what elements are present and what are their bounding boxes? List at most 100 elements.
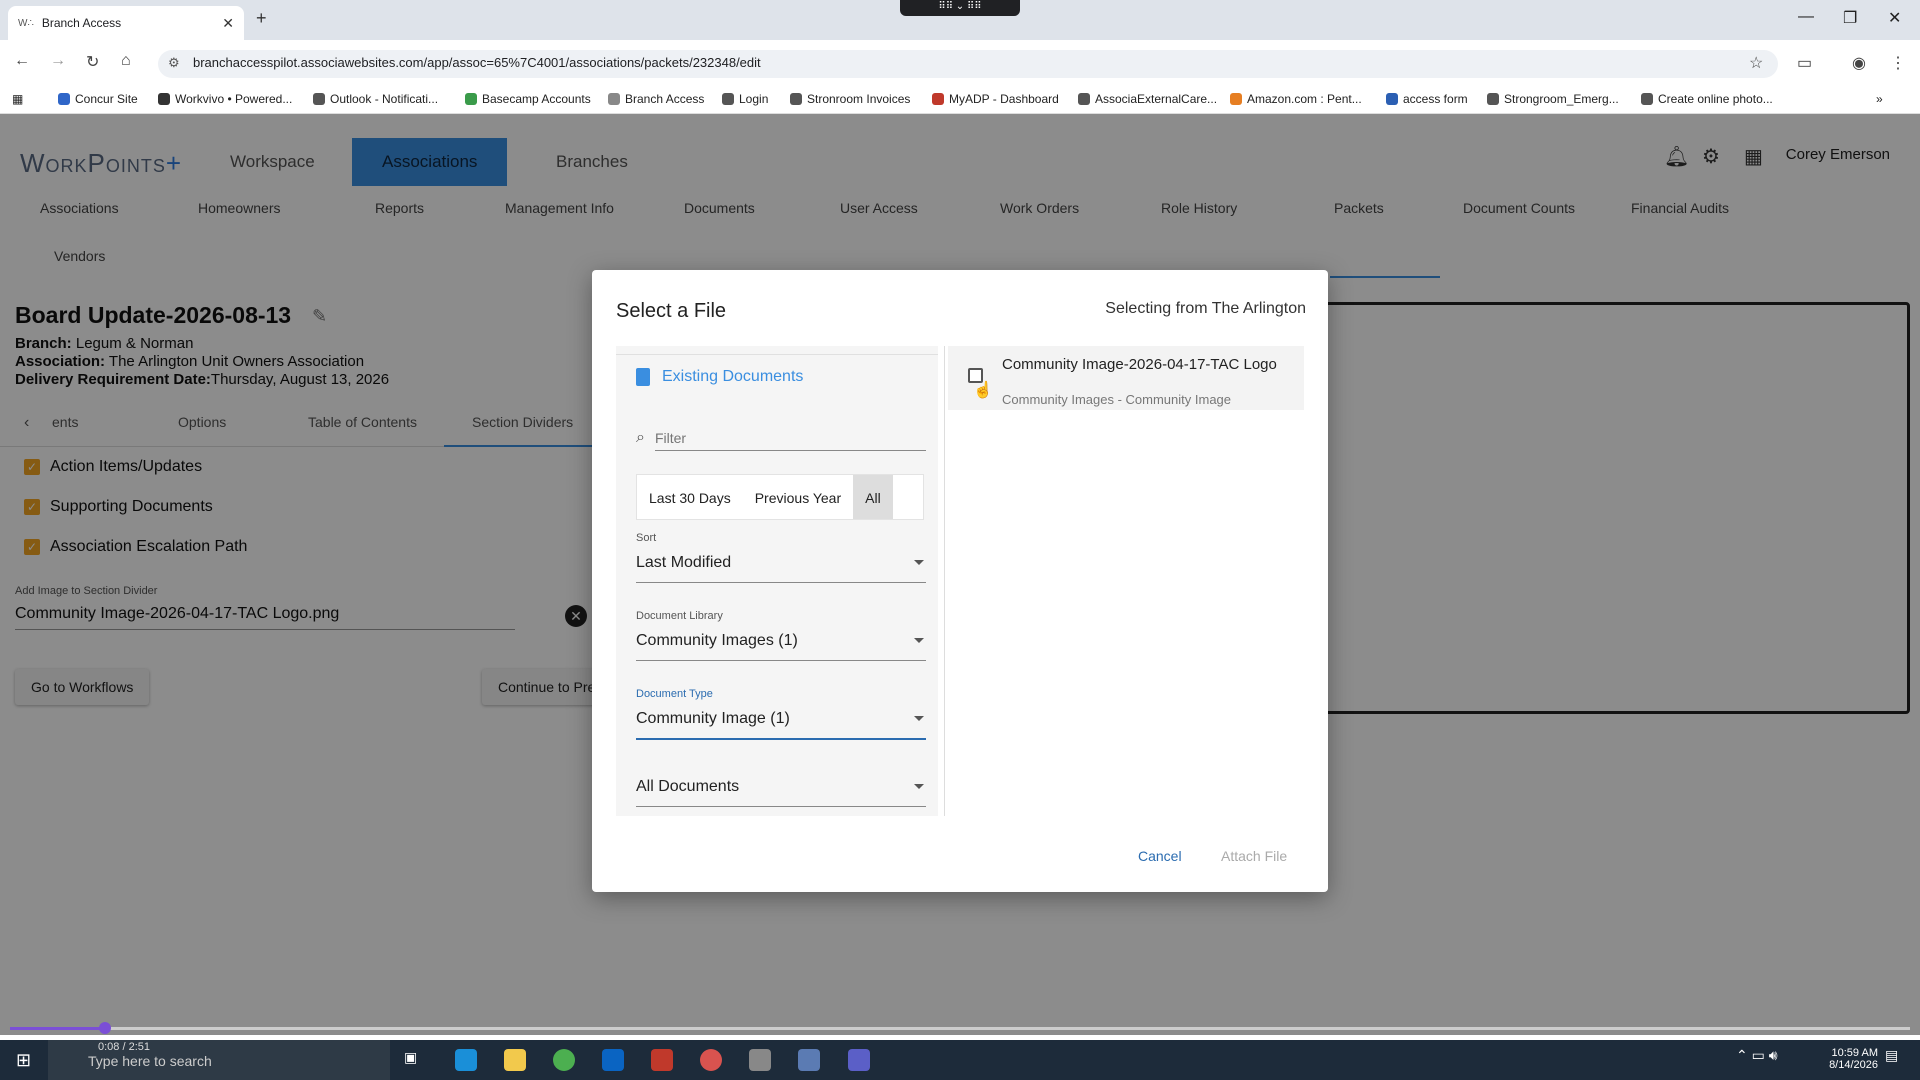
filter-pane: Existing Documents ⌕ Last 30 Days Previo…: [616, 346, 938, 816]
bookmark-item[interactable]: Workvivo • Powered...: [158, 92, 292, 106]
file-explorer-icon[interactable]: [504, 1049, 526, 1071]
forward-icon[interactable]: →: [50, 52, 66, 70]
bookmark-label: Basecamp Accounts: [482, 92, 591, 106]
bookmark-favicon-icon: [608, 93, 620, 105]
clock[interactable]: 10:59 AM 8/14/2026: [1808, 1047, 1878, 1071]
bookmark-item[interactable]: Concur Site: [58, 92, 138, 106]
bookmark-item[interactable]: Amazon.com : Pent...: [1230, 92, 1362, 106]
clock-time: 10:59 AM: [1831, 1047, 1878, 1059]
apps-grid-icon[interactable]: ▦: [12, 92, 23, 106]
cancel-button[interactable]: Cancel: [1138, 848, 1182, 864]
bookmark-item[interactable]: Branch Access: [608, 92, 704, 106]
windows-start-icon[interactable]: ⊞: [16, 1050, 31, 1071]
pane-divider: [616, 354, 938, 355]
profile-icon[interactable]: ◉: [1852, 53, 1866, 73]
attach-file-button[interactable]: Attach File: [1221, 848, 1287, 864]
search-icon: ⌕: [636, 429, 645, 446]
back-icon[interactable]: ←: [14, 52, 30, 70]
tab-favicon-icon: W∴: [18, 17, 34, 29]
range-last-30-days[interactable]: Last 30 Days: [637, 475, 743, 519]
bookmark-item[interactable]: AssociaExternalCare...: [1078, 92, 1217, 106]
menu-kebab-icon[interactable]: ⋮: [1890, 53, 1906, 73]
close-window-icon[interactable]: ✕: [1888, 8, 1901, 28]
bookmark-label: access form: [1403, 92, 1468, 106]
teams-icon[interactable]: [848, 1049, 870, 1071]
bookmark-item[interactable]: Create online photo...: [1641, 92, 1773, 106]
minimize-icon[interactable]: —: [1798, 8, 1814, 26]
tray-icons[interactable]: ⌃ ▭ 🔊︎: [1736, 1047, 1778, 1064]
browser-tab[interactable]: W∴ Branch Access ✕: [8, 6, 244, 40]
hand-cursor-icon: ☝: [973, 382, 993, 399]
sort-select[interactable]: Sort Last Modified: [636, 532, 926, 583]
task-view-icon[interactable]: ▣: [404, 1049, 426, 1071]
bookmark-label: Stronroom Invoices: [807, 92, 911, 106]
close-tab-icon[interactable]: ✕: [222, 15, 234, 32]
bookmark-favicon-icon: [790, 93, 802, 105]
pdf-icon[interactable]: [651, 1049, 673, 1071]
site-info-icon[interactable]: ⚙: [168, 55, 180, 71]
documents-value-row[interactable]: All Documents: [636, 778, 926, 807]
bookmark-item[interactable]: MyADP - Dashboard: [932, 92, 1059, 106]
document-type-value: Community Image (1): [636, 710, 790, 727]
existing-documents-link[interactable]: Existing Documents: [636, 368, 803, 386]
chrome-icon[interactable]: [553, 1049, 575, 1071]
more-bookmarks-icon[interactable]: »: [1876, 92, 1883, 106]
bookmark-favicon-icon: [1641, 93, 1653, 105]
edge-icon[interactable]: [455, 1049, 477, 1071]
range-all[interactable]: All: [853, 475, 893, 519]
screen-recorder-handle-icon[interactable]: ⠿⠿ ⌄ ⠿⠿: [900, 0, 1020, 16]
home-icon[interactable]: ⌂: [121, 52, 131, 70]
bookmark-label: Workvivo • Powered...: [175, 92, 293, 106]
dropdown-arrow-icon: [914, 560, 924, 565]
document-icon: [636, 368, 650, 386]
filter-input[interactable]: [654, 425, 926, 451]
dialog-title: Select a File: [616, 300, 727, 322]
bookmark-item[interactable]: access form: [1386, 92, 1468, 106]
tab-title: Branch Access: [41, 16, 122, 30]
existing-documents-label: Existing Documents: [662, 368, 804, 385]
video-progress-knob[interactable]: [99, 1022, 111, 1034]
bookmark-favicon-icon: [1487, 93, 1499, 105]
video-progress-track[interactable]: [10, 1027, 1910, 1030]
selecting-from: Selecting from The Arlington: [1105, 300, 1306, 317]
dropdown-arrow-icon: [914, 638, 924, 643]
library-value-row[interactable]: Community Images (1): [636, 632, 926, 661]
bookmark-label: Strongroom_Emerg...: [1504, 92, 1619, 106]
file-result-item[interactable]: ☝ Community Image-2026-04-17-TAC Logo Co…: [948, 346, 1304, 410]
range-previous-year[interactable]: Previous Year: [743, 475, 853, 519]
new-tab-icon[interactable]: +: [256, 8, 267, 29]
documents-select[interactable]: All Documents: [636, 778, 926, 807]
restore-icon[interactable]: ❐: [1843, 8, 1857, 28]
cast-icon[interactable]: ▭: [1797, 53, 1812, 73]
file-title: Community Image-2026-04-17-TAC Logo: [1002, 356, 1277, 373]
url-text[interactable]: branchaccesspilot.associawebsites.com/ap…: [193, 55, 761, 70]
notifications-icon[interactable]: ▤: [1885, 1047, 1898, 1064]
bookmark-favicon-icon: [932, 93, 944, 105]
pane-splitter: [944, 346, 945, 816]
bookmark-item[interactable]: Strongroom_Emerg...: [1487, 92, 1619, 106]
bookmark-item[interactable]: Outlook - Notificati...: [313, 92, 438, 106]
document-type-select[interactable]: Document Type Community Image (1): [636, 688, 926, 740]
bookmark-item[interactable]: Login: [722, 92, 768, 106]
reload-icon[interactable]: ↻: [86, 52, 99, 72]
notepad-icon[interactable]: [798, 1049, 820, 1071]
app-icon[interactable]: [700, 1049, 722, 1071]
clock-date: 8/14/2026: [1829, 1059, 1878, 1071]
filter-row: ⌕: [636, 424, 926, 452]
bookmark-label: AssociaExternalCare...: [1095, 92, 1218, 106]
outlook-icon[interactable]: [602, 1049, 624, 1071]
bookmark-label: Concur Site: [75, 92, 138, 106]
document-type-value-row[interactable]: Community Image (1): [636, 710, 926, 740]
library-select[interactable]: Document Library Community Images (1): [636, 610, 926, 661]
bookmark-star-icon[interactable]: ☆: [1749, 53, 1763, 73]
bookmark-label: MyADP - Dashboard: [949, 92, 1059, 106]
sort-value-row[interactable]: Last Modified: [636, 554, 926, 583]
bookmark-item[interactable]: Stronroom Invoices: [790, 92, 910, 106]
taskbar-search-text[interactable]: Type here to search: [88, 1053, 212, 1069]
bookmark-favicon-icon: [722, 93, 734, 105]
app-icon[interactable]: [749, 1049, 771, 1071]
video-timecode: 0:08 / 2:51: [98, 1041, 150, 1053]
date-range-toggle: Last 30 Days Previous Year All: [636, 474, 924, 520]
bookmark-item[interactable]: Basecamp Accounts: [465, 92, 591, 106]
bookmark-favicon-icon: [58, 93, 70, 105]
